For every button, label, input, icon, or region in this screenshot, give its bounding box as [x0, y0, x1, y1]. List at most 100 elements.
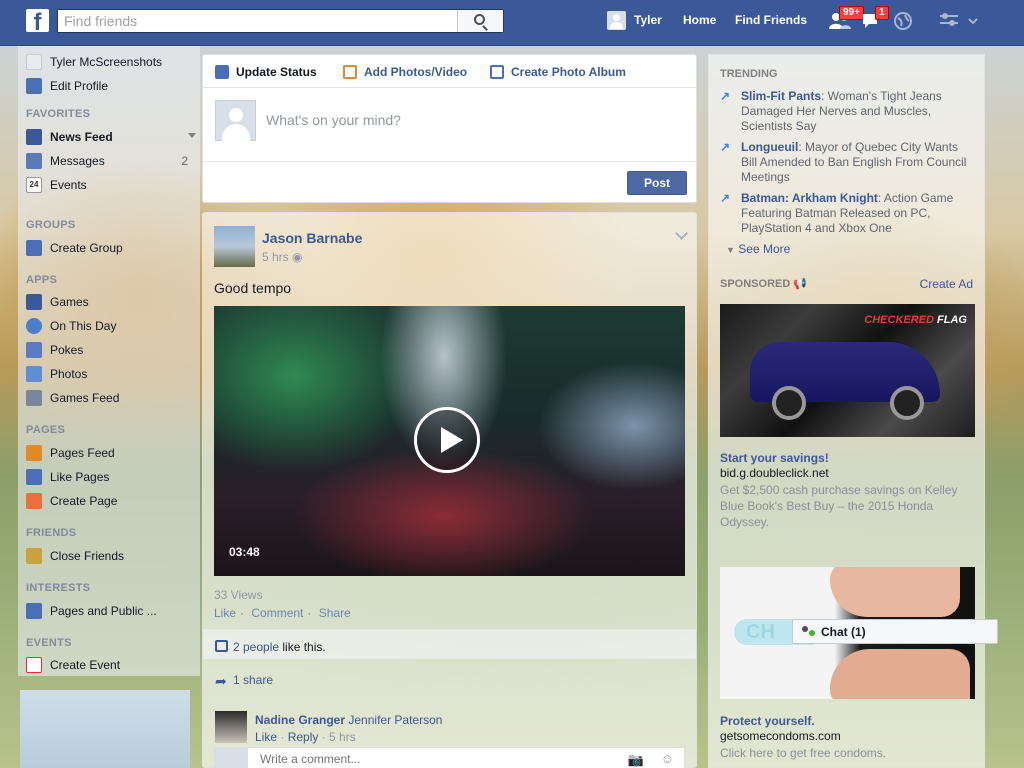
- sidebar-item-close-friends[interactable]: Close Friends: [26, 546, 124, 566]
- sidebar-item-messages[interactable]: Messages 2: [26, 151, 188, 171]
- sidebar-item-create-page[interactable]: Create Page: [26, 491, 117, 511]
- likers-link[interactable]: 2 people: [233, 640, 279, 654]
- ad-title[interactable]: Protect yourself.: [720, 714, 815, 728]
- status-composer: Update Status Add Photos/Video Create Ph…: [202, 54, 697, 203]
- ad-title[interactable]: Start your savings!: [720, 451, 829, 465]
- comment-time: 5 hrs: [329, 730, 356, 744]
- privacy-shortcuts-icon[interactable]: [940, 12, 962, 32]
- games-icon: [26, 294, 42, 310]
- share-link[interactable]: Share: [319, 606, 351, 620]
- trending-item[interactable]: ↗ Longueuil: Mayor of Quebec City Wants …: [720, 140, 975, 185]
- feed-story: Jason Barnabe 5 hrs ◉ Good tempo 03:48 3…: [202, 212, 697, 768]
- sidebar-item-news-feed[interactable]: News Feed: [26, 127, 196, 147]
- sidebar-item-pokes[interactable]: Pokes: [26, 340, 83, 360]
- tab-label: Add Photos/Video: [364, 65, 468, 79]
- commenter-avatar[interactable]: [215, 711, 247, 743]
- facebook-logo[interactable]: f: [26, 9, 49, 32]
- tab-create-photo-album[interactable]: Create Photo Album: [490, 65, 626, 79]
- shares-link[interactable]: 1 share: [233, 673, 273, 687]
- comment-reply-link[interactable]: Reply: [288, 730, 319, 744]
- user-avatar[interactable]: [607, 11, 626, 30]
- tab-add-photos-video[interactable]: Add Photos/Video: [343, 65, 467, 79]
- sidebar-bottom-image: [20, 690, 190, 768]
- divider: [203, 87, 696, 88]
- thumbs-up-icon: [26, 469, 42, 485]
- tab-label: Create Photo Album: [511, 65, 626, 79]
- create-ad-link[interactable]: Create Ad: [920, 277, 973, 291]
- sidebar-profile[interactable]: Tyler McScreenshots: [26, 52, 162, 72]
- story-author-name[interactable]: Jason Barnabe: [262, 230, 362, 246]
- camera-icon: [343, 65, 357, 79]
- comment-body: Nadine Granger Jennifer Paterson: [255, 713, 442, 727]
- sidebar-item-games[interactable]: Games: [26, 292, 89, 312]
- sidebar-item-edit-profile[interactable]: Edit Profile: [26, 76, 108, 96]
- sidebar-item-label: Create Group: [50, 241, 123, 255]
- commenter-name[interactable]: Nadine Granger: [255, 713, 345, 727]
- separator: ·: [307, 606, 312, 620]
- video-player[interactable]: 03:48: [214, 306, 685, 576]
- story-time-text: 5 hrs: [262, 250, 289, 264]
- home-link[interactable]: Home: [683, 0, 716, 46]
- ad-image-odyssey[interactable]: CHECKERED FLAG: [720, 304, 975, 437]
- sidebar-item-pages-feed[interactable]: Pages Feed: [26, 443, 115, 463]
- comment-input[interactable]: [260, 752, 600, 766]
- search-button[interactable]: [457, 10, 503, 32]
- ad-url[interactable]: bid.g.doubleclick.net: [720, 466, 829, 480]
- comment-like-link[interactable]: Like: [255, 730, 277, 744]
- sidebar-heading-groups: GROUPS: [26, 219, 76, 231]
- plus-icon: [26, 240, 42, 256]
- status-input[interactable]: What's on your mind?: [266, 112, 676, 128]
- chat-tab[interactable]: Chat (1): [792, 619, 998, 644]
- video-duration: 03:48: [229, 545, 260, 559]
- sidebar-item-label: Photos: [50, 367, 88, 381]
- like-link[interactable]: Like: [214, 606, 236, 620]
- find-friends-link[interactable]: Find Friends: [735, 0, 807, 46]
- story-timestamp[interactable]: 5 hrs ◉: [262, 250, 303, 264]
- sidebar-item-label: Events: [50, 178, 87, 192]
- user-name-link[interactable]: Tyler: [634, 0, 662, 46]
- messages-count: 2: [181, 154, 188, 168]
- ad-description[interactable]: Click here to get free condoms.: [720, 745, 970, 761]
- sidebar-item-on-this-day[interactable]: On This Day: [26, 316, 116, 336]
- post-button[interactable]: Post: [627, 171, 687, 195]
- chevron-down-icon[interactable]: [188, 133, 196, 138]
- trending-item[interactable]: ↗ Slim-Fit Pants: Woman's Tight Jeans Da…: [720, 89, 975, 134]
- smiley-icon[interactable]: ☺: [661, 751, 674, 766]
- sidebar-item-create-event[interactable]: Create Event: [26, 655, 120, 675]
- tab-update-status[interactable]: Update Status: [215, 65, 317, 79]
- sidebar-item-pages-public[interactable]: Pages and Public ...: [26, 601, 157, 621]
- sidebar-item-games-feed[interactable]: Games Feed: [26, 388, 119, 408]
- see-more-link[interactable]: ▼ See More: [726, 242, 790, 256]
- plus-icon: [26, 493, 42, 509]
- trending-arrow-icon: ↗: [720, 89, 731, 103]
- sidebar-item-label: Create Page: [50, 494, 118, 508]
- pencil-icon: [215, 65, 229, 79]
- write-comment-box: 📷 ☺: [214, 747, 685, 768]
- author-avatar[interactable]: [214, 226, 255, 267]
- trending-item[interactable]: ↗ Batman: Arkham Knight: Action Game Fea…: [720, 191, 975, 236]
- search-input[interactable]: [58, 10, 458, 32]
- star-friends-icon: [26, 548, 42, 564]
- comment-link[interactable]: Comment: [251, 606, 303, 620]
- messages-icon[interactable]: 1: [861, 6, 889, 32]
- trending-arrow-icon: ↗: [720, 140, 731, 154]
- notifications-globe-icon[interactable]: [894, 12, 916, 32]
- top-bar: f Tyler Home Find Friends 99+ 1: [0, 0, 1024, 46]
- sidebar-item-create-group[interactable]: Create Group: [26, 238, 123, 258]
- sidebar-item-events[interactable]: 24 Events: [26, 175, 87, 195]
- calendar-icon: 24: [26, 177, 42, 193]
- ad-flag-text: CHECKERED FLAG: [864, 314, 967, 326]
- story-options-chevron-down-icon[interactable]: [675, 227, 688, 240]
- sidebar-item-like-pages[interactable]: Like Pages: [26, 467, 109, 487]
- camera-icon[interactable]: 📷: [628, 752, 644, 768]
- play-icon[interactable]: [414, 407, 480, 473]
- photos-icon: [26, 366, 42, 382]
- ad-url[interactable]: getsomecondoms.com: [720, 729, 841, 743]
- tagged-user[interactable]: Jennifer Paterson: [348, 713, 442, 727]
- sidebar-item-photos[interactable]: Photos: [26, 364, 87, 384]
- friend-requests-icon[interactable]: 99+: [829, 6, 864, 32]
- right-column: TRENDING ↗ Slim-Fit Pants: Woman's Tight…: [708, 54, 985, 768]
- sidebar-item-label: Pokes: [50, 343, 84, 357]
- account-menu-chevron-down-icon[interactable]: [967, 12, 989, 32]
- ad-description[interactable]: Get $2,500 cash purchase savings on Kell…: [720, 482, 970, 530]
